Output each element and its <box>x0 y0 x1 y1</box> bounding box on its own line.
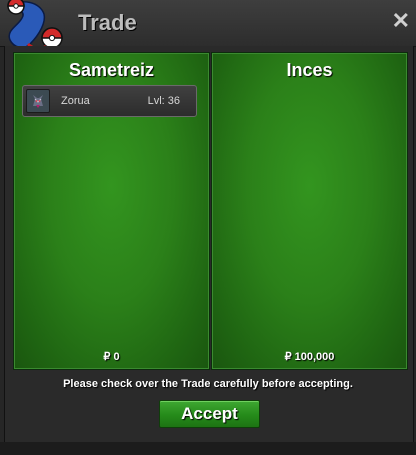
trade-panel-left: Sametreiz Zorua Lvl: 36 ₽ 0 <box>13 52 210 370</box>
bottom-edge <box>0 442 416 455</box>
trade-item-row[interactable]: Zorua Lvl: 36 <box>22 85 197 117</box>
right-player-name: Inces <box>286 60 333 80</box>
left-money: ₽ 0 <box>103 351 120 363</box>
trade-notice: Please check over the Trade carefully be… <box>63 378 353 390</box>
trade-window: Trade ✕ Sametreiz Zorua Lvl: 36 ₽ 0 Ince… <box>0 0 416 455</box>
right-money: ₽ 100,000 <box>284 351 335 363</box>
pokemon-sprite-icon <box>26 89 50 113</box>
accept-button[interactable]: Accept <box>159 400 260 428</box>
left-player-name: Sametreiz <box>68 60 155 80</box>
trade-panel-right: Inces ₽ 100,000 <box>211 52 408 370</box>
pokemon-name: Zorua <box>61 95 90 107</box>
pokemon-level: Lvl: 36 <box>147 95 180 107</box>
window-title: Trade <box>78 10 137 35</box>
close-icon[interactable]: ✕ <box>392 10 410 32</box>
